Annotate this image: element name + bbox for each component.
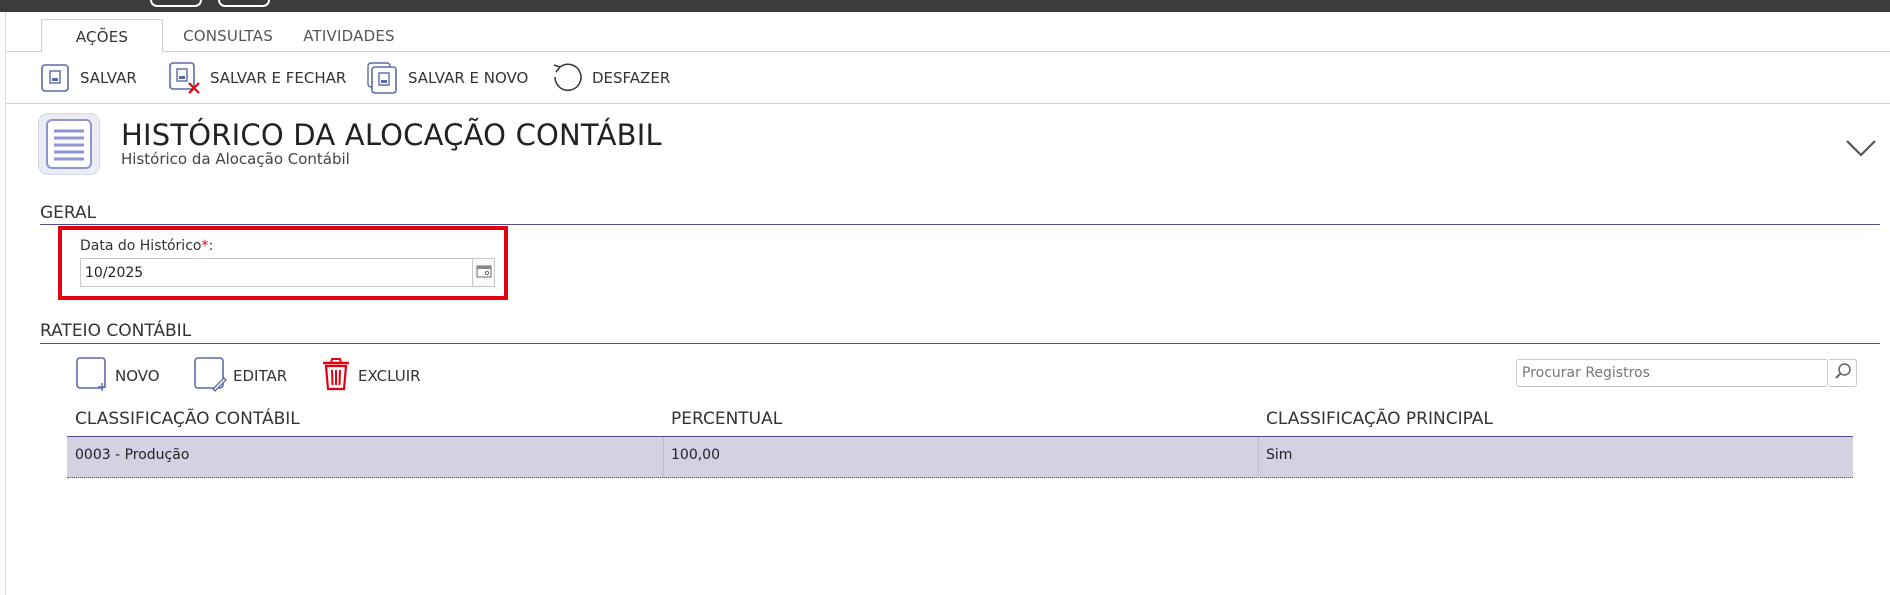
- column-header-classification[interactable]: CLASSIFICAÇÃO CONTÁBIL: [75, 409, 300, 429]
- edit-label: EDITAR: [233, 367, 288, 385]
- tab-consultas[interactable]: CONSULTAS: [173, 19, 283, 53]
- search-input[interactable]: [1517, 360, 1831, 386]
- undo-icon: [550, 61, 584, 95]
- section-divider: [40, 343, 1880, 344]
- search-button[interactable]: [1829, 359, 1857, 387]
- top-bar-tab: [218, 0, 270, 7]
- save-new-icon: [366, 61, 400, 95]
- calendar-icon: [476, 263, 492, 282]
- collapse-chevron-icon[interactable]: [1845, 138, 1877, 162]
- date-field-label: Data do Histórico*:: [80, 238, 214, 254]
- save-and-new-button[interactable]: SALVAR E NOVO: [366, 61, 528, 95]
- save-new-label: SALVAR E NOVO: [408, 69, 529, 87]
- cell-classification: 0003 - Produção: [75, 447, 190, 463]
- tab-acoes[interactable]: AÇÕES: [41, 19, 163, 53]
- save-button[interactable]: SALVAR: [40, 61, 137, 95]
- section-divider: [40, 224, 1880, 225]
- column-separator: [663, 437, 664, 478]
- delete-button[interactable]: EXCLUIR: [320, 358, 421, 394]
- edit-button[interactable]: EDITAR: [193, 356, 288, 396]
- page-title: HISTÓRICO DA ALOCAÇÃO CONTÁBIL: [121, 118, 662, 152]
- column-separator: [1258, 437, 1259, 478]
- column-header-percentage[interactable]: PERCENTUAL: [671, 409, 782, 429]
- save-close-label: SALVAR E FECHAR: [210, 69, 347, 87]
- calendar-button[interactable]: [473, 258, 495, 287]
- new-document-icon: [75, 356, 109, 396]
- document-list-icon: [38, 113, 100, 175]
- cell-percentage: 100,00: [671, 447, 720, 463]
- column-header-main-classification[interactable]: CLASSIFICAÇÃO PRINCIPAL: [1266, 409, 1493, 429]
- table-row[interactable]: 0003 - Produção 100,00 Sim: [67, 437, 1853, 478]
- save-and-close-button[interactable]: SALVAR E FECHAR: [168, 61, 346, 95]
- cell-main-classification: Sim: [1266, 447, 1293, 463]
- section-title-general: GERAL: [40, 203, 97, 223]
- undo-button[interactable]: DESFAZER: [550, 61, 670, 95]
- top-bar-tab: [150, 0, 202, 7]
- new-button[interactable]: NOVO: [75, 356, 160, 396]
- trash-icon: [320, 356, 352, 396]
- new-label: NOVO: [115, 367, 160, 385]
- save-label: SALVAR: [80, 69, 137, 87]
- undo-label: DESFAZER: [592, 69, 671, 87]
- delete-label: EXCLUIR: [358, 367, 421, 385]
- edit-document-icon: [193, 356, 227, 396]
- save-close-icon: [168, 61, 202, 95]
- actions-toolbar: SALVAR SALVAR E FECHAR SALVAR E NOVO DES…: [6, 52, 1890, 104]
- tab-atividades[interactable]: ATIVIDADES: [294, 19, 404, 53]
- history-date-input[interactable]: [80, 258, 473, 287]
- floppy-disk-icon: [40, 62, 72, 94]
- search-icon: [1834, 362, 1852, 384]
- section-title-allocation: RATEIO CONTÁBIL: [40, 321, 192, 341]
- search-box: [1516, 359, 1831, 387]
- window-top-bar: [0, 0, 1890, 12]
- ribbon-tabs: AÇÕES CONSULTAS ATIVIDADES: [6, 12, 1890, 53]
- page-subtitle: Histórico da Alocação Contábil: [121, 150, 350, 168]
